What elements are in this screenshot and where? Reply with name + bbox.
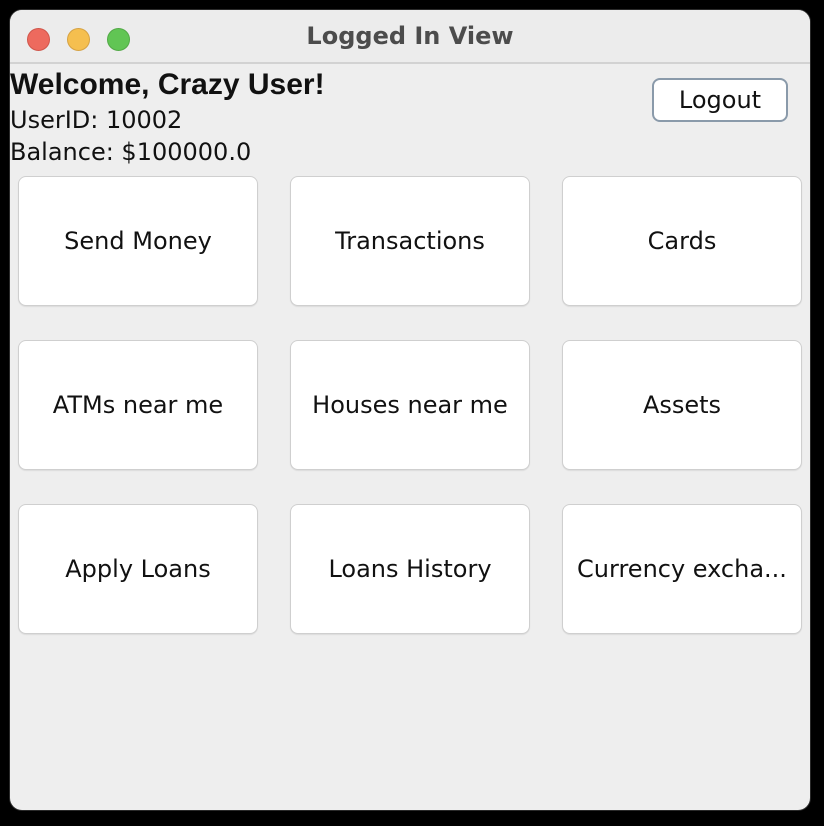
user-id-label: UserID: 10002 [10, 106, 183, 134]
welcome-heading: Welcome, Crazy User! [10, 68, 325, 101]
logout-button[interactable]: Logout [652, 78, 788, 122]
apply-loans-button[interactable]: Apply Loans [18, 504, 258, 634]
balance-label: Balance: $100000.0 [10, 138, 252, 166]
transactions-button[interactable]: Transactions [290, 176, 530, 306]
cards-button[interactable]: Cards [562, 176, 802, 306]
atms-near-me-button[interactable]: ATMs near me [18, 340, 258, 470]
app-window: Logged In View Welcome, Crazy User! User… [10, 10, 810, 810]
loans-history-button[interactable]: Loans History [290, 504, 530, 634]
window-title: Logged In View [306, 22, 514, 50]
currency-exchange-button[interactable]: Currency excha... [562, 504, 802, 634]
assets-button[interactable]: Assets [562, 340, 802, 470]
title-bar[interactable]: Logged In View [10, 10, 810, 64]
houses-near-me-button[interactable]: Houses near me [290, 340, 530, 470]
send-money-button[interactable]: Send Money [18, 176, 258, 306]
